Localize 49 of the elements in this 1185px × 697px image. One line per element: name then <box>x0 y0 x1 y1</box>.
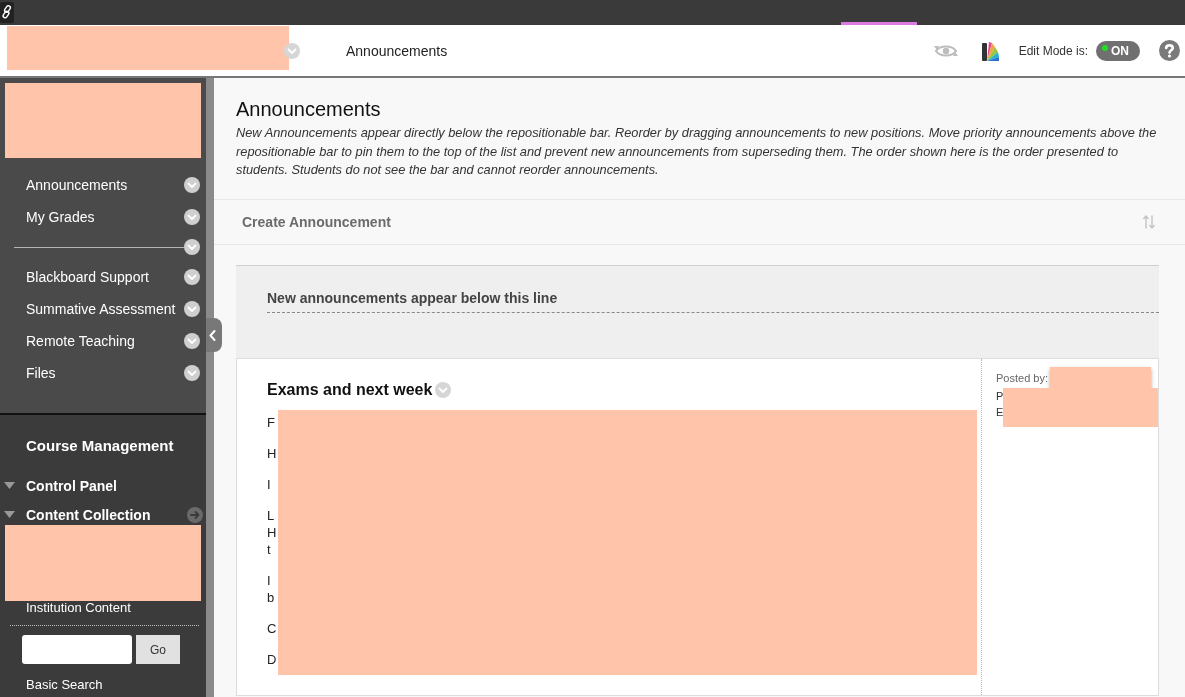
paragraph-text: C <box>267 620 277 637</box>
sidebar-link[interactable]: Files <box>26 365 184 381</box>
chevron-down-icon[interactable] <box>184 239 200 255</box>
meta-text: E <box>996 405 1004 420</box>
sidebar-link[interactable]: Blackboard Support <box>26 269 184 285</box>
paragraph-text: H <box>267 445 277 462</box>
chevron-down-icon[interactable] <box>184 301 200 317</box>
reposition-bar-text: New announcements appear below this line <box>267 290 1159 313</box>
tree-link[interactable]: Institution Content <box>0 600 131 616</box>
breadcrumb-text: Announcements <box>346 42 448 59</box>
page-description: New Announcements appear directly below the repositionable bar. Reorder by dragging announcements to new positions. Move priority announcements above the repositionable bar to pin them to the top of the list and prevent new announcements from superseding them. The order shown here is the order presented to students. Students do not see the bar and cannot reorder announcements. <box>236 124 1158 179</box>
posted-by-label: Posted by: <box>996 371 1048 385</box>
color-fan-icon[interactable] <box>981 40 999 61</box>
paragraph-text: L <box>267 507 275 524</box>
sidebar-link[interactable]: My Grades <box>26 209 184 225</box>
edit-mode-toggle[interactable]: ON <box>1096 40 1140 61</box>
sidebar-link[interactable]: Summative Assessment <box>26 301 184 317</box>
search-field[interactable] <box>22 635 132 664</box>
status-dot-icon <box>1102 44 1108 51</box>
chevron-down-icon[interactable] <box>184 333 200 349</box>
paragraph-text: t <box>267 541 271 558</box>
tree-link[interactable]: Control Panel <box>26 477 203 494</box>
caret-down-icon[interactable] <box>4 482 15 489</box>
edit-mode-label: Edit Mode is: <box>1018 43 1088 58</box>
chevron-left-icon[interactable] <box>209 329 216 341</box>
section-heading: Course Management <box>25 436 175 456</box>
chevron-down-icon[interactable] <box>184 209 200 225</box>
sidebar-collapse-button[interactable] <box>206 318 222 352</box>
tree-link[interactable]: Content Collection <box>26 506 187 523</box>
page-title: Announcements <box>236 97 382 121</box>
announcement-title: Exams and next week <box>267 380 433 400</box>
paragraph-text: D <box>267 651 277 668</box>
chevron-down-icon[interactable] <box>184 269 200 285</box>
sidebar-link[interactable]: Remote Teaching <box>26 333 184 349</box>
caret-down-icon[interactable] <box>4 511 15 518</box>
meta-text: P <box>996 389 1004 404</box>
paragraph-text: I <box>267 476 271 493</box>
chevron-down-icon[interactable] <box>184 365 200 381</box>
go-button[interactable]: Go <box>136 635 180 664</box>
basic-search-link[interactable]: Basic Search <box>0 677 103 692</box>
paragraph-text: I <box>267 572 271 589</box>
link-icon[interactable] <box>0 2 14 23</box>
create-announcement-button[interactable]: Create Announcement <box>242 214 391 230</box>
paragraph-text: H <box>267 524 277 541</box>
sidebar-link[interactable]: Announcements <box>26 177 184 193</box>
chevron-down-icon[interactable] <box>184 177 200 193</box>
paragraph-text: b <box>267 589 275 606</box>
paragraph-text: F <box>267 414 275 431</box>
help-icon[interactable] <box>1159 40 1180 61</box>
